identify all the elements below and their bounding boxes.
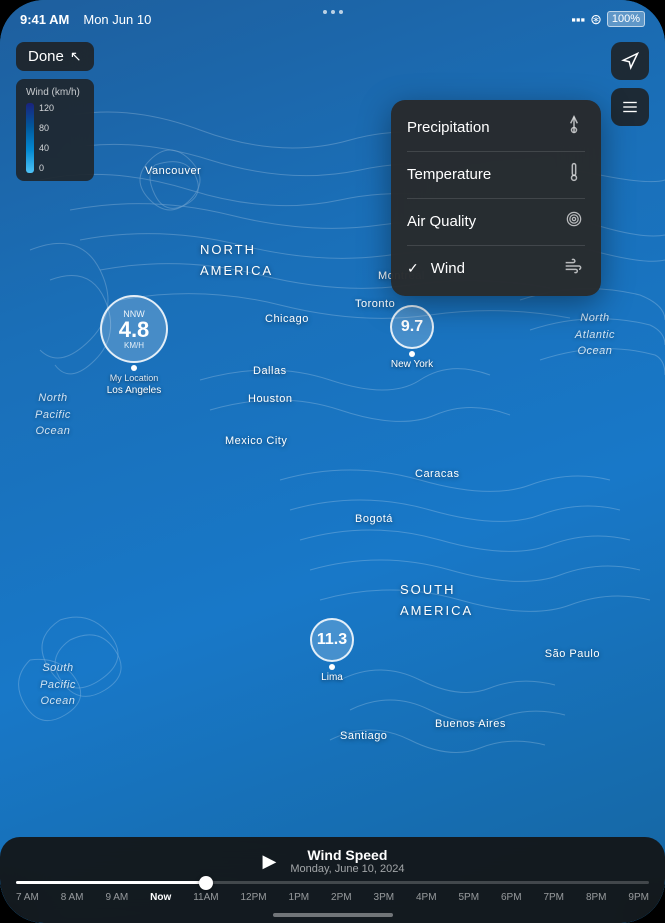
wind-scale: 120 80 40 0 (26, 103, 84, 173)
top-left-controls: Done ↖ Wind (km/h) 120 80 40 0 (16, 42, 94, 181)
wind-checkmark: ✓ (407, 260, 419, 277)
device-frame: 9:41 AM Mon Jun 10 ▪▪▪ ⊛ 100% Done ↖ Win… (0, 0, 665, 923)
layer-dropdown-menu: Precipitation Temperature (391, 100, 601, 296)
temperature-icon (563, 162, 585, 187)
wind-label-80: 80 (39, 123, 54, 133)
time-1pm: 1PM (289, 892, 310, 903)
menu-item-temperature[interactable]: Temperature (391, 151, 601, 198)
timeline-subtitle: Monday, June 10, 2024 (290, 863, 404, 875)
ny-marker-dot (409, 351, 415, 357)
status-date: Mon Jun 10 (83, 12, 151, 27)
ny-marker-bubble: 9.7 (390, 305, 434, 349)
location-button[interactable] (611, 42, 649, 80)
play-button[interactable]: ▶ (260, 849, 278, 874)
lima-marker-bubble: 11.3 (310, 618, 354, 662)
menu-item-precipitation[interactable]: Precipitation (391, 104, 601, 151)
signal-icon: ▪▪▪ (571, 12, 585, 27)
wind-legend-title: Wind (km/h) (26, 87, 84, 98)
new-york-marker[interactable]: 9.7 New York (390, 305, 434, 370)
time-7pm: 7PM (543, 892, 564, 903)
status-icons: ▪▪▪ ⊛ 100% (571, 11, 645, 28)
la-speed: 4.8 (119, 319, 150, 341)
air-quality-label: Air Quality (407, 213, 476, 230)
status-bar: 9:41 AM Mon Jun 10 ▪▪▪ ⊛ 100% (0, 0, 665, 32)
bottom-timeline-bar: ▶ Wind Speed Monday, June 10, 2024 7 AM … (0, 837, 665, 923)
time-11am: 11AM (193, 892, 218, 903)
lima-marker[interactable]: 11.3 Lima (310, 618, 354, 683)
la-marker-dot (131, 365, 137, 371)
time-9pm: 9PM (628, 892, 649, 903)
wind-bar (26, 103, 34, 173)
lima-city-label: Lima (321, 672, 343, 683)
menu-item-wind[interactable]: ✓ Wind (391, 245, 601, 292)
timeline-slider[interactable] (0, 881, 665, 884)
wind-label-40: 40 (39, 143, 54, 153)
done-label: Done (28, 48, 64, 65)
home-indicator (273, 913, 393, 917)
la-city-label: Los Angeles (107, 385, 162, 396)
time-8am: 8 AM (61, 892, 84, 903)
la-my-location: My Location (110, 373, 159, 383)
time-6pm: 6PM (501, 892, 522, 903)
layers-button[interactable] (611, 88, 649, 126)
status-time: 9:41 AM (20, 12, 69, 27)
ny-speed: 9.7 (401, 319, 423, 335)
time-9am: 9 AM (105, 892, 128, 903)
time-2pm: 2PM (331, 892, 352, 903)
wind-legend: Wind (km/h) 120 80 40 0 (16, 79, 94, 181)
precipitation-icon (563, 115, 585, 140)
timeline-title-text: Wind Speed Monday, June 10, 2024 (290, 847, 404, 875)
wind-label-120: 120 (39, 103, 54, 113)
time-now: Now (150, 892, 171, 903)
top-right-controls (611, 42, 649, 126)
time-4pm: 4PM (416, 892, 437, 903)
wind-label: Wind (431, 260, 465, 277)
slider-thumb[interactable] (199, 876, 213, 890)
done-button[interactable]: Done ↖ (16, 42, 94, 71)
precipitation-label: Precipitation (407, 119, 490, 136)
lima-marker-dot (329, 664, 335, 670)
timeline-title-row: ▶ Wind Speed Monday, June 10, 2024 (0, 847, 665, 875)
time-5pm: 5PM (458, 892, 479, 903)
slider-track (16, 881, 649, 884)
timeline-title: Wind Speed (290, 847, 404, 863)
lima-speed: 11.3 (317, 632, 347, 648)
ny-city-label: New York (391, 359, 433, 370)
battery-indicator: 100% (607, 11, 645, 27)
time-8pm: 8PM (586, 892, 607, 903)
time-labels: 7 AM 8 AM 9 AM Now 11AM 12PM 1PM 2PM 3PM… (0, 892, 665, 903)
la-marker-bubble: NNW 4.8 KM/H (100, 295, 168, 363)
time-12pm: 12PM (241, 892, 267, 903)
los-angeles-marker[interactable]: NNW 4.8 KM/H My Location Los Angeles (100, 295, 168, 396)
slider-fill (16, 881, 206, 884)
la-direction: NNW (123, 309, 145, 319)
camera-dots (323, 10, 343, 14)
wind-labels: 120 80 40 0 (39, 103, 54, 173)
la-unit: KM/H (124, 341, 144, 350)
menu-item-air-quality[interactable]: Air Quality (391, 198, 601, 245)
time-7am: 7 AM (16, 892, 39, 903)
temperature-label: Temperature (407, 166, 491, 183)
cursor-icon: ↖ (70, 48, 82, 65)
wifi-icon: ⊛ (590, 11, 602, 28)
air-quality-icon (563, 209, 585, 234)
wind-label-0: 0 (39, 163, 54, 173)
time-3pm: 3PM (374, 892, 395, 903)
play-icon: ▶ (262, 851, 276, 871)
wind-icon (563, 256, 585, 281)
